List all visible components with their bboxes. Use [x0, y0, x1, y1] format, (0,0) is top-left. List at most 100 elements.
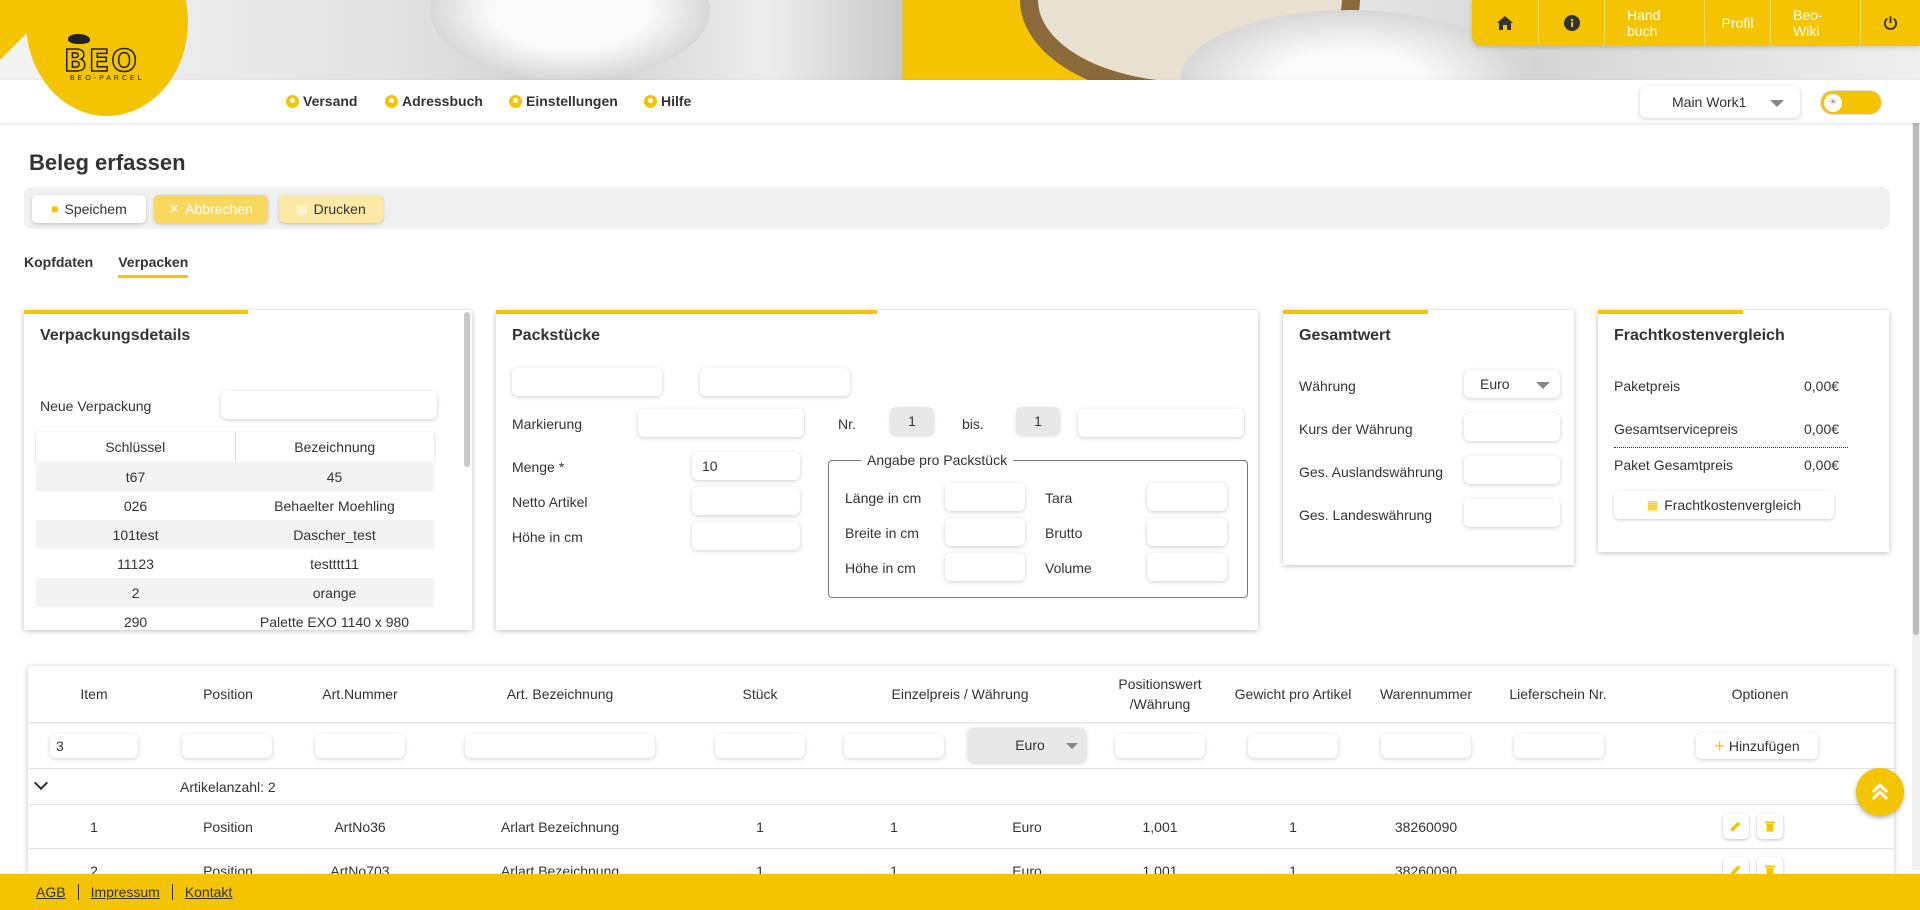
home-button[interactable]: [1472, 0, 1538, 46]
tara-input[interactable]: [1147, 483, 1227, 511]
warennummer-input[interactable]: [1381, 734, 1471, 758]
waehrung-select[interactable]: Euro: [1464, 370, 1560, 398]
scroll-top-button[interactable]: [1856, 768, 1904, 816]
power-icon: [1883, 16, 1898, 30]
markierung-input[interactable]: [638, 409, 804, 437]
lieferschein-input[interactable]: [1514, 734, 1604, 758]
artnummer-input[interactable]: [315, 734, 405, 758]
column-header: Positionswert: [1118, 676, 1202, 692]
logo-text: BEO: [63, 43, 139, 80]
hoehe2-input[interactable]: [945, 553, 1025, 581]
delete-button[interactable]: [1757, 813, 1783, 839]
nav-versand[interactable]: Versand: [286, 93, 357, 109]
nr-range-input[interactable]: [1078, 409, 1244, 437]
packstueck-input-2[interactable]: [700, 368, 850, 396]
window-scrollbar[interactable]: [1912, 80, 1920, 870]
nav-hilfe[interactable]: Hilfe: [644, 93, 691, 109]
column-header: Einzelpreis / Währung: [891, 686, 1029, 702]
table-cell: 101test: [112, 526, 159, 543]
netto-artikel-input[interactable]: [692, 487, 800, 515]
nr-from-input[interactable]: 1: [890, 407, 934, 435]
stueck-input[interactable]: [715, 734, 805, 758]
packstuecke-card: Packstücke Markierung Nr. 1 bis. 1 Menge…: [496, 310, 1258, 630]
auslandswaehrung-input[interactable]: [1464, 456, 1560, 484]
table-row[interactable]: 101test Dascher_test: [36, 520, 434, 549]
hoehe-input[interactable]: [692, 522, 800, 550]
logo[interactable]: BEO BEO-PARCEL: [0, 0, 188, 118]
cancel-button[interactable]: ✕ Abbrechen: [154, 195, 268, 223]
close-icon: ✕: [169, 202, 180, 216]
volume-label: Volume: [1045, 560, 1092, 576]
auslandswaehrung-label: Ges. Auslandswährung: [1299, 464, 1443, 480]
brutto-input[interactable]: [1147, 518, 1227, 546]
table-cell: Behaelter Moehling: [274, 497, 395, 514]
edit-button[interactable]: [1723, 813, 1749, 839]
card-accent-bar: [1283, 310, 1428, 314]
position-input[interactable]: [182, 734, 272, 758]
table-row[interactable]: 11123 testttt11: [36, 549, 434, 578]
laenge-label: Länge in cm: [845, 490, 922, 506]
nav-label: Einstellungen: [526, 93, 618, 109]
scrollbar-thumb[interactable]: [1913, 80, 1919, 635]
einzelpreis-input[interactable]: [844, 734, 944, 758]
theme-toggle[interactable]: ☀: [1820, 90, 1882, 115]
volume-input[interactable]: [1147, 553, 1227, 581]
print-button[interactable]: ▤ Drucken: [279, 195, 383, 223]
markierung-label: Markierung: [512, 416, 583, 432]
gewicht-cell: 1: [1289, 819, 1297, 835]
logout-button[interactable]: [1860, 0, 1920, 46]
profil-link[interactable]: Profil: [1704, 0, 1770, 46]
item-input[interactable]: 3: [50, 734, 138, 758]
table-row[interactable]: 2 orange: [36, 578, 434, 607]
bird-icon: [68, 34, 90, 44]
column-header[interactable]: Schlüssel: [36, 432, 236, 462]
nav-einstellungen[interactable]: Einstellungen: [509, 93, 618, 109]
artbezeichnung-cell: Arlart Bezeichnung: [500, 819, 620, 835]
add-label: Hinzufügen: [1728, 738, 1800, 754]
menge-input[interactable]: 10: [692, 452, 800, 480]
column-header: Lieferschein Nr.: [1509, 686, 1607, 702]
artikel-grid: Item Position Art.Nummer Art. Bezeichnun…: [28, 666, 1894, 876]
breite-input[interactable]: [945, 518, 1025, 546]
handbuch-link[interactable]: Hand buch: [1604, 0, 1704, 46]
waehrung-value: Euro: [1480, 376, 1510, 392]
gewicht-input[interactable]: [1248, 734, 1338, 758]
tab-kopfdaten[interactable]: Kopfdaten: [24, 254, 93, 278]
page-title: Beleg erfassen: [29, 150, 186, 175]
save-button[interactable]: ■ Speichem: [32, 195, 146, 223]
nav-adressbuch[interactable]: Adressbuch: [385, 93, 483, 109]
table-row[interactable]: 2 Position ArtNo703 Arlart Bezeichnung 1…: [28, 848, 1894, 876]
frachtkostenvergleich-button[interactable]: ▦ Frachtkostenvergleich: [1614, 491, 1834, 519]
packstueck-input-1[interactable]: [512, 368, 662, 396]
column-header[interactable]: Bezeichnung: [236, 432, 435, 462]
footer-link-kontakt[interactable]: Kontakt: [171, 884, 244, 900]
positionswert-input[interactable]: [1115, 734, 1205, 758]
info-button[interactable]: [1538, 0, 1604, 46]
neue-verpackung-input[interactable]: [221, 391, 437, 419]
column-header: Gewicht pro Artikel: [1234, 686, 1352, 702]
table-row[interactable]: 290 Palette EXO 1140 x 980: [36, 607, 434, 630]
nr-to-input[interactable]: 1: [1016, 407, 1060, 435]
artnummer-cell: ArtNo36: [334, 819, 386, 835]
add-button[interactable]: + Hinzufügen: [1696, 733, 1818, 759]
workspace-select[interactable]: Main Work1: [1640, 86, 1800, 118]
footer-link-impressum[interactable]: Impressum: [77, 884, 172, 900]
beo-wiki-link[interactable]: Beo-Wiki: [1770, 0, 1860, 46]
waehrung-select[interactable]: Euro: [968, 728, 1086, 762]
column-header: Stück: [742, 686, 778, 702]
kurs-input[interactable]: [1464, 413, 1560, 441]
table-row[interactable]: 026 Behaelter Moehling: [36, 491, 434, 520]
home-icon: [1497, 16, 1513, 30]
landeswaehrung-input[interactable]: [1464, 499, 1560, 527]
column-header: Position: [203, 686, 253, 702]
tabs: Kopfdaten Verpacken: [24, 254, 189, 278]
chevron-down-icon[interactable]: [33, 775, 49, 791]
artbezeichnung-input[interactable]: [465, 734, 655, 758]
footer-link-agb[interactable]: AGB: [24, 884, 78, 900]
table-row[interactable]: t67 45: [36, 462, 434, 491]
card-scrollbar[interactable]: [464, 312, 470, 467]
landeswaehrung-label: Ges. Landeswährung: [1299, 507, 1433, 523]
table-row[interactable]: 1 Position ArtNo36 Arlart Bezeichnung 1 …: [28, 804, 1894, 848]
laenge-input[interactable]: [945, 483, 1025, 511]
tab-verpacken[interactable]: Verpacken: [118, 254, 189, 278]
